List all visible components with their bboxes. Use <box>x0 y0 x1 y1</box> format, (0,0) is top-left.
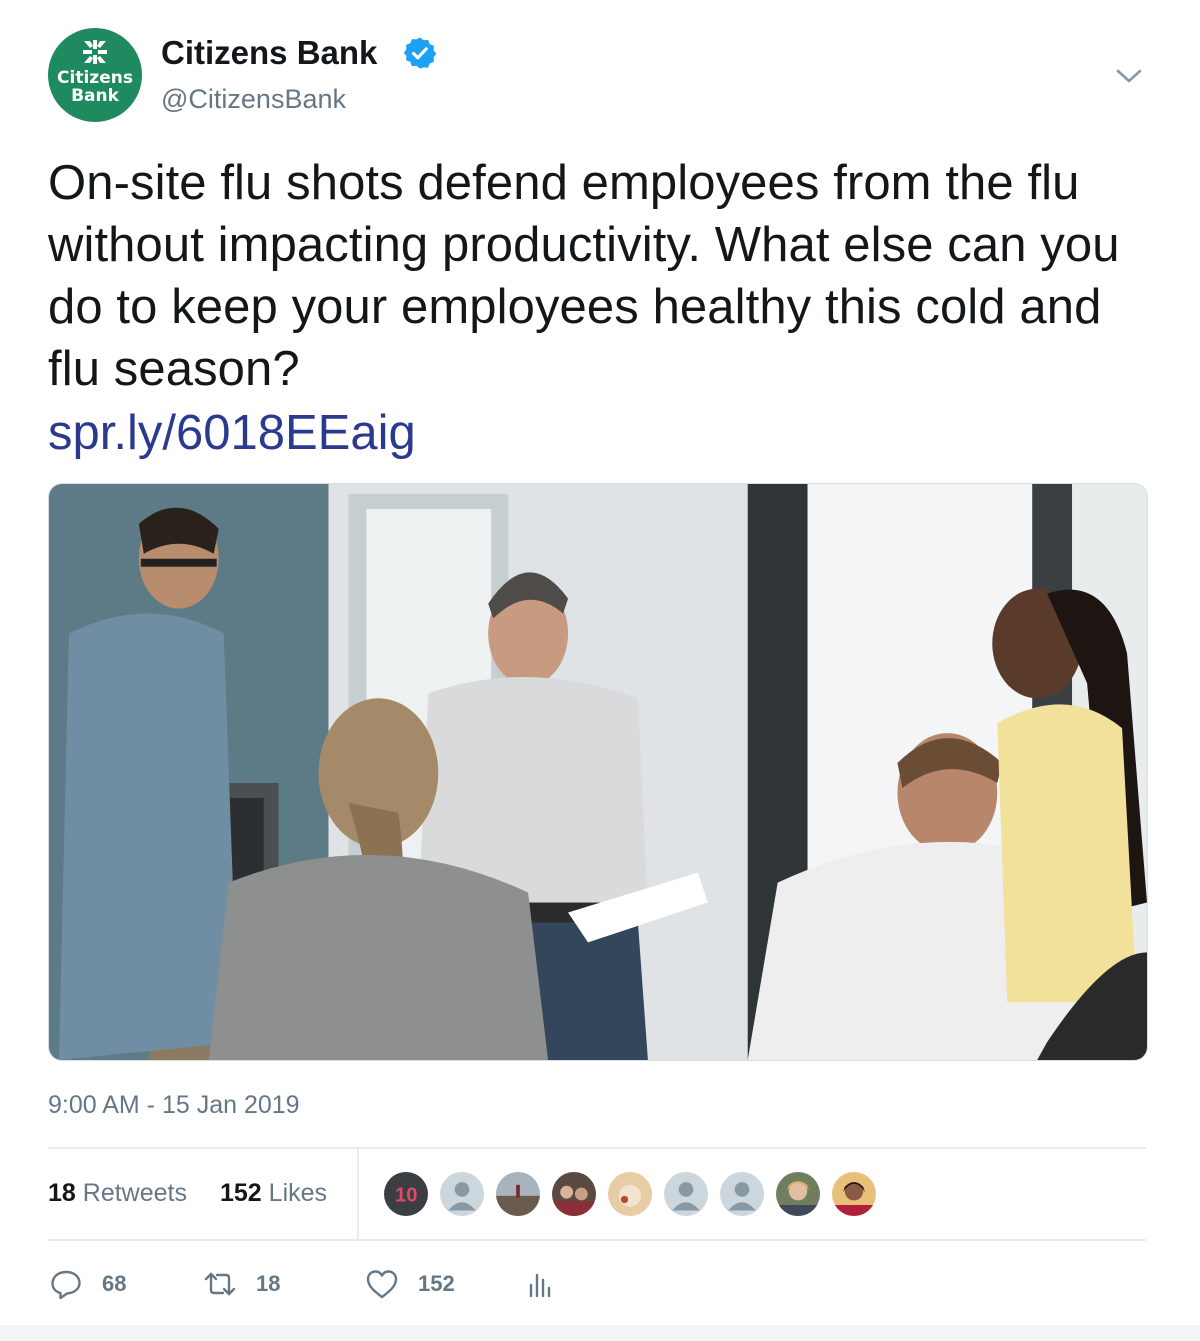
tweet-card: Citizens Bank Citizens Bank @CitizensBan… <box>0 0 1200 1341</box>
office-meeting-photo <box>49 484 1147 1060</box>
liker-avatar[interactable] <box>830 1170 878 1218</box>
tweet-text: On-site flu shots defend employees from … <box>48 156 1120 396</box>
tweet-photo[interactable] <box>48 483 1148 1061</box>
likes-stat[interactable]: 152 Likes <box>220 1177 327 1209</box>
chevron-down-icon[interactable] <box>1112 62 1146 90</box>
analytics-icon <box>529 1273 551 1298</box>
likes-label: Likes <box>268 1179 328 1207</box>
liker-avatar[interactable] <box>550 1170 598 1218</box>
liker-avatar-default[interactable] <box>662 1170 710 1218</box>
reply-count: 68 <box>102 1271 127 1296</box>
svg-text:10: 10 <box>395 1184 417 1206</box>
stats-separator <box>357 1148 359 1240</box>
tweet-actions: 68 18 152 <box>48 1262 1146 1306</box>
retweet-icon <box>204 1272 236 1296</box>
reply-icon <box>51 1270 81 1300</box>
liker-avatar[interactable] <box>606 1170 654 1218</box>
liker-avatar[interactable] <box>774 1170 822 1218</box>
analytics-button[interactable] <box>522 1262 558 1306</box>
tweet-timestamp[interactable]: 9:00 AM - 15 Jan 2019 <box>48 1089 300 1121</box>
heart-icon <box>366 1270 398 1299</box>
bottom-strip <box>0 1325 1200 1341</box>
author-handle[interactable]: @CitizensBank <box>161 82 346 116</box>
citizens-logo-icon <box>83 40 107 64</box>
divider-bottom <box>48 1239 1146 1241</box>
liker-avatar-default[interactable] <box>718 1170 766 1218</box>
liker-avatar[interactable]: 10 <box>382 1170 430 1218</box>
retweets-count: 18 <box>48 1179 76 1207</box>
like-count: 152 <box>418 1271 455 1296</box>
verified-badge-icon <box>403 37 437 69</box>
author-name[interactable]: Citizens Bank <box>161 32 377 74</box>
retweets-stat[interactable]: 18 Retweets <box>48 1177 187 1209</box>
tweet-link[interactable]: spr.ly/6018EEaig <box>48 402 416 464</box>
reply-button[interactable]: 68 <box>48 1262 126 1306</box>
profile-avatar[interactable]: Citizens Bank <box>48 28 142 122</box>
retweets-label: Retweets <box>82 1179 187 1207</box>
retweet-button[interactable]: 18 <box>202 1262 280 1306</box>
retweet-count: 18 <box>256 1271 281 1296</box>
likes-count: 152 <box>220 1179 262 1207</box>
liker-avatar-default[interactable] <box>438 1170 486 1218</box>
liker-avatar[interactable] <box>494 1170 542 1218</box>
engagement-stats: 18 Retweets 152 Likes 10 <box>48 1148 1146 1240</box>
avatar-brand-text: Citizens Bank <box>57 68 133 106</box>
like-button[interactable]: 152 <box>364 1262 455 1306</box>
